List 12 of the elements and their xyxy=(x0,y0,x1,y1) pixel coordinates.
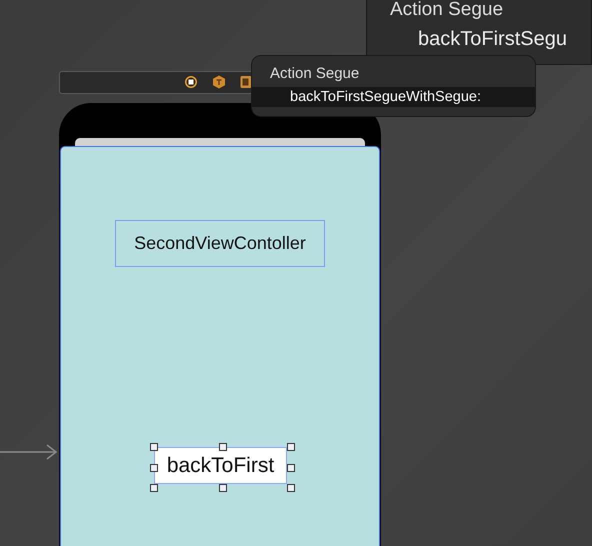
segue-menu-item[interactable]: backToFirstSegueWithSegue: xyxy=(252,87,535,107)
popup-title: Action Segue xyxy=(269,64,360,84)
resize-handle[interactable] xyxy=(150,484,158,492)
resize-handle[interactable] xyxy=(287,443,295,451)
view-label: SecondViewContoller xyxy=(115,220,325,267)
popup-title: Action Segue xyxy=(389,0,504,20)
segue-menu-item[interactable]: backToFirstSegu xyxy=(367,22,591,56)
back-button[interactable]: backToFirst xyxy=(154,447,287,484)
view-controller-icon[interactable] xyxy=(184,75,198,89)
resize-handle[interactable] xyxy=(287,484,295,492)
entry-arrow xyxy=(0,444,58,460)
resize-handle[interactable] xyxy=(150,443,158,451)
